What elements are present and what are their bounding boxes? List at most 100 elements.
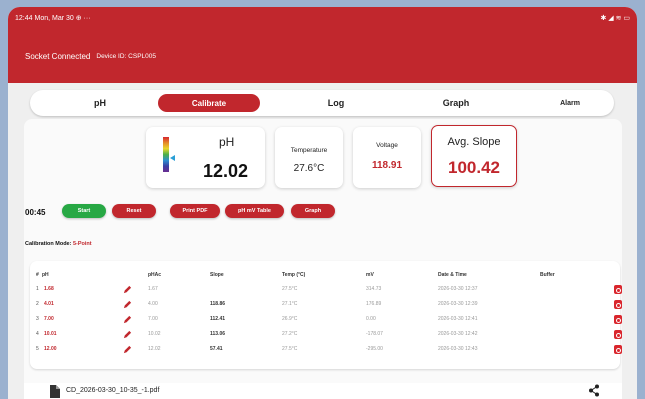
cell-slope: 113.06: [210, 331, 226, 337]
edit-pencil-icon[interactable]: [123, 300, 132, 309]
ph-mv-table-button[interactable]: pH mV Table: [225, 204, 284, 218]
edit-pencil-icon[interactable]: [123, 285, 132, 294]
cell-phac: 1.67: [148, 286, 158, 292]
tab-log[interactable]: Log: [306, 94, 366, 112]
delete-icon[interactable]: [614, 300, 622, 309]
ph-indicator-icon: [170, 155, 175, 161]
print-pdf-button[interactable]: Print PDF: [170, 204, 220, 218]
delete-icon[interactable]: [614, 345, 622, 354]
graph-button[interactable]: Graph: [291, 204, 335, 218]
device-id: Device ID: CSPL005: [96, 52, 156, 60]
cell-phac: 10.02: [148, 331, 161, 337]
calibration-mode-label: Calibration Mode:: [25, 241, 72, 247]
share-icon[interactable]: [588, 384, 600, 397]
cell-ph: 12.00: [44, 346, 57, 352]
cell-ph: 7.00: [44, 316, 54, 322]
pdf-file-name[interactable]: CD_2026-03-30_10-35_-1.pdf: [66, 387, 159, 394]
status-icons: ✱ ◢ ≋ ▭: [600, 15, 630, 22]
col-header-num: #: [36, 272, 39, 278]
col-header-datetime: Date & Time: [438, 272, 467, 278]
cell-mv: -178.07: [366, 331, 383, 337]
col-header-mv: mV: [366, 272, 374, 278]
calibration-mode: Calibration Mode: 5-Point: [25, 241, 92, 247]
cell-temp: 27.5°C: [282, 286, 298, 292]
delete-icon[interactable]: [614, 330, 622, 339]
tab-alarm[interactable]: Alarm: [540, 94, 600, 112]
col-header-ph: pH: [42, 272, 49, 278]
temperature-label: Temperature: [290, 147, 328, 154]
cell-phac: 12.02: [148, 346, 161, 352]
table-row: 3 7.00 7.00 112.41 26.9°C 0.00 2026-03-3…: [30, 314, 622, 327]
avg-slope-card: Avg. Slope 100.42: [431, 125, 517, 187]
cell-temp: 27.5°C: [282, 346, 298, 352]
voltage-value: 118.91: [371, 160, 403, 171]
cell-temp: 26.9°C: [282, 316, 298, 322]
cell-slope: 118.86: [210, 301, 226, 307]
temperature-value: 27.6°C: [293, 163, 325, 174]
tablet-screen: 12:44 Mon, Mar 30 ⊕ ··· ✱ ◢ ≋ ▭ Socket C…: [8, 7, 637, 399]
cell-datetime: 2026-03-30 12:37: [438, 286, 478, 292]
start-button[interactable]: Start: [62, 204, 106, 218]
calibration-timer: 00:45: [25, 208, 46, 217]
voltage-card: Voltage 118.91: [353, 127, 421, 188]
connection-status: Socket Connected: [25, 51, 91, 61]
cell-slope: 57.41: [210, 346, 223, 352]
edit-pencil-icon[interactable]: [123, 345, 132, 354]
cell-num: 3: [36, 316, 39, 322]
cell-temp: 27.2°C: [282, 331, 298, 337]
voltage-label: Voltage: [376, 142, 398, 149]
cell-num: 4: [36, 331, 39, 337]
delete-icon[interactable]: [614, 315, 622, 324]
tab-ph[interactable]: pH: [70, 94, 130, 112]
reset-button[interactable]: Reset: [112, 204, 156, 218]
ph-card: pH 12.02: [146, 127, 265, 188]
col-header-buffer: Buffer: [540, 272, 555, 278]
cell-num: 2: [36, 301, 39, 307]
cell-num: 5: [36, 346, 39, 352]
ph-value: 12.02: [203, 161, 249, 181]
cell-datetime: 2026-03-30 12:39: [438, 301, 478, 307]
cell-mv: 176.89: [366, 301, 382, 307]
status-date: Mon, Mar 30: [34, 14, 74, 22]
ph-label: pH: [219, 135, 235, 149]
edit-pencil-icon[interactable]: [123, 330, 132, 339]
delete-icon[interactable]: [614, 285, 622, 294]
cell-slope: 112.41: [210, 316, 226, 322]
cell-ph: 1.68: [44, 286, 54, 292]
pdf-file-icon: [50, 385, 60, 398]
cell-datetime: 2026-03-30 12:42: [438, 331, 478, 337]
status-extra: ⊕ ···: [75, 15, 91, 22]
col-header-temp: Temp (°C): [282, 272, 306, 278]
file-bar: CD_2026-03-30_10-35_-1.pdf: [24, 383, 622, 399]
cell-phac: 7.00: [148, 316, 158, 322]
cell-phac: 4.00: [148, 301, 158, 307]
cell-ph: 4.01: [44, 301, 54, 307]
table-row: 2 4.01 4.00 118.86 27.1°C 176.89 2026-03…: [30, 299, 622, 312]
temperature-card: Temperature 27.6°C: [275, 127, 343, 188]
cell-mv: 0.00: [366, 316, 376, 322]
avg-slope-value: 100.42: [448, 158, 500, 177]
table-row: 4 10.01 10.02 113.06 27.2°C -178.07 2026…: [30, 329, 622, 342]
calibration-table: # pH pHAc Slope Temp (°C) mV Date & Time…: [30, 261, 622, 369]
table-row: 1 1.68 1.67 27.5°C 314.73 2026-03-30 12:…: [30, 284, 622, 297]
cell-ph: 10.01: [44, 331, 57, 337]
status-bar: 12:44 Mon, Mar 30 ⊕ ··· ✱ ◢ ≋ ▭: [8, 7, 637, 29]
edit-pencil-icon[interactable]: [123, 315, 132, 324]
tab-graph[interactable]: Graph: [426, 94, 486, 112]
cell-num: 1: [36, 286, 39, 292]
status-time: 12:44: [15, 14, 33, 22]
col-header-slope: Slope: [210, 272, 224, 278]
col-header-phac: pHAc: [148, 272, 162, 278]
cell-mv: -295.00: [366, 346, 383, 352]
table-row: 5 12.00 12.02 57.41 27.5°C -295.00 2026-…: [30, 344, 622, 357]
cell-datetime: 2026-03-30 12:43: [438, 346, 478, 352]
tab-calibrate[interactable]: Calibrate: [158, 94, 260, 112]
avg-slope-label: Avg. Slope: [447, 136, 501, 148]
cell-datetime: 2026-03-30 12:41: [438, 316, 478, 322]
tab-bar: pH Calibrate Log Graph Alarm: [30, 90, 614, 116]
calibration-mode-value: 5-Point: [72, 241, 92, 247]
app-bar: Socket Connected Device ID: CSPL005: [8, 29, 637, 83]
cell-mv: 314.73: [366, 286, 382, 292]
ph-color-scale: [163, 137, 169, 172]
cell-temp: 27.1°C: [282, 301, 298, 307]
